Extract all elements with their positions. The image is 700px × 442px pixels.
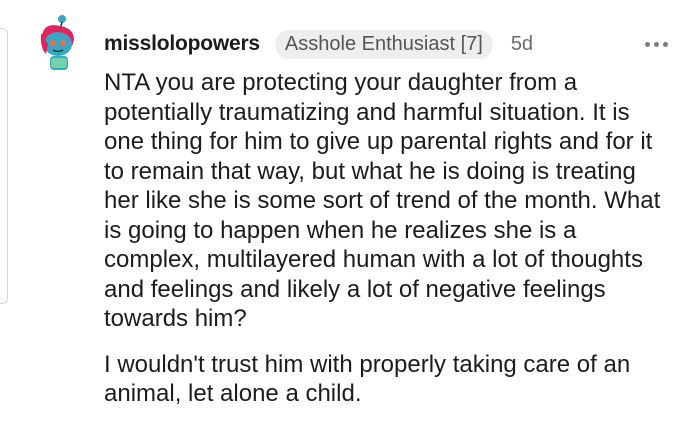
more-options-button[interactable] bbox=[645, 28, 668, 60]
more-horizontal-icon bbox=[645, 41, 650, 47]
thread-collapse-line[interactable] bbox=[0, 28, 8, 304]
comment-header: misslolopowers Asshole Enthusiast [7] 5d bbox=[104, 28, 680, 60]
comment-body: NTA you are protecting your daughter fro… bbox=[104, 68, 674, 425]
user-avatar[interactable] bbox=[36, 14, 80, 74]
user-flair-badge: Asshole Enthusiast [7] bbox=[274, 29, 493, 59]
snoo-avatar-icon bbox=[40, 15, 74, 70]
comment-paragraph: NTA you are protecting your daughter fro… bbox=[104, 69, 661, 332]
username-link[interactable]: misslolopowers bbox=[104, 32, 260, 56]
comment-paragraph: I wouldn't trust him with properly takin… bbox=[104, 350, 631, 408]
comment-timestamp[interactable]: 5d bbox=[511, 33, 533, 56]
